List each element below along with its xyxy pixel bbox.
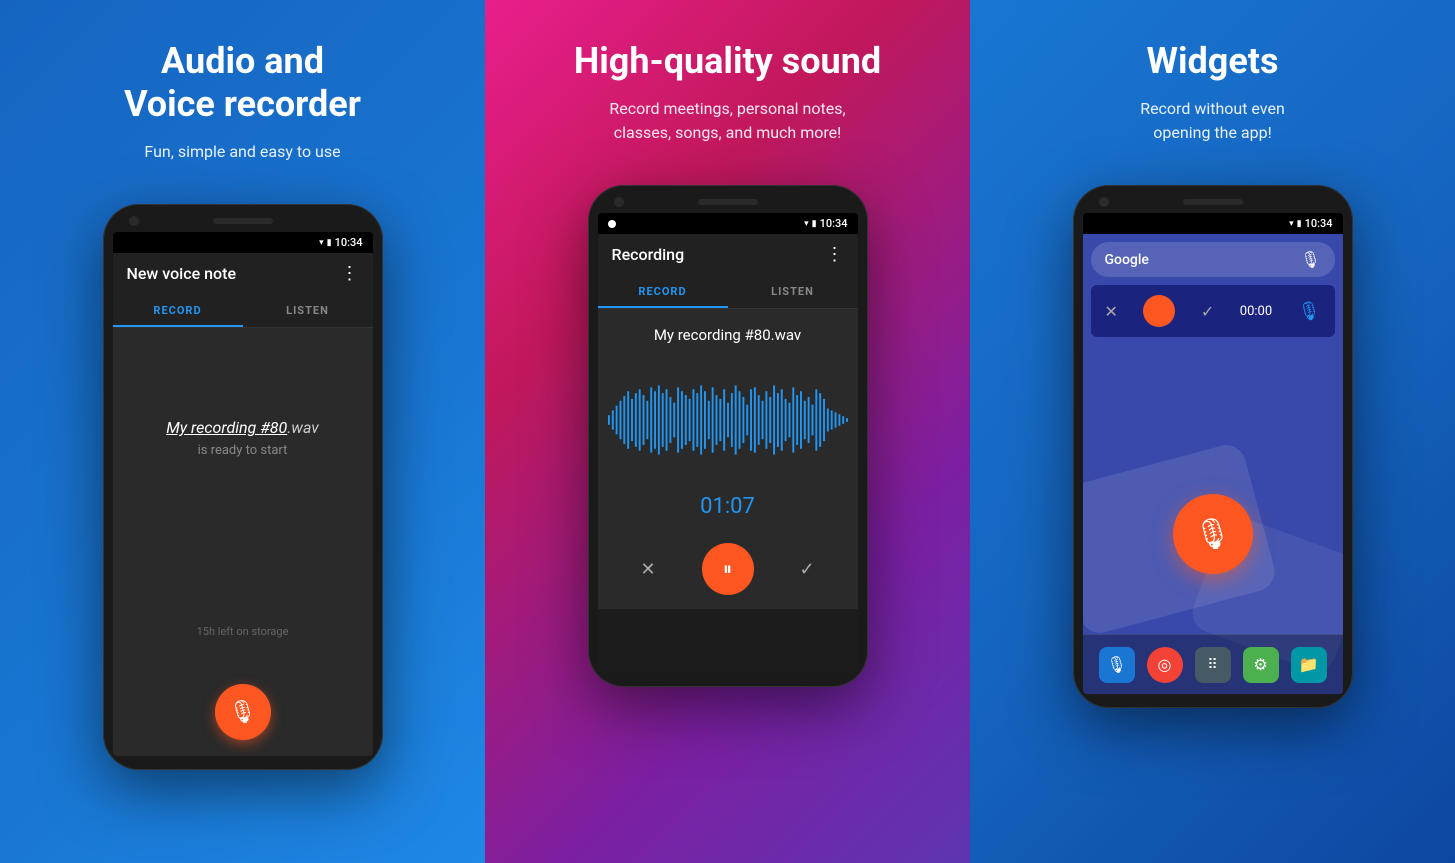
battery-icon-2: ▮ (812, 219, 817, 229)
phone-camera (129, 216, 139, 226)
phone-1-screen: ▾ ▮ 10:34 New voice note ⋮ RECORD (113, 232, 373, 756)
widget-mic-icon: 🎙 (1298, 301, 1321, 322)
apps-grid-icon: ⠿ (1207, 657, 1217, 673)
dock-bar: 🎙 ◎ ⠿ ⚙ 📁 (1083, 634, 1343, 694)
dot-indicator (608, 220, 616, 228)
tabs-2: RECORD LISTEN (598, 275, 858, 309)
widget-record-dot[interactable] (1143, 295, 1175, 327)
widget-time-display: 00:00 (1240, 304, 1272, 319)
status-icons-3: ▾ ▮ 10:34 (1289, 217, 1332, 230)
record-btn-area-1: 🎙 (113, 668, 373, 756)
menu-dots-1[interactable]: ⋮ (341, 263, 359, 284)
big-mic-icon: 🎙 (1193, 517, 1231, 552)
waveform-container (598, 360, 858, 484)
playback-controls: ✕ ⏸ ✓ (598, 529, 858, 609)
phone-2-camera (614, 197, 624, 207)
recording-name-2: My recording #80.wav (654, 326, 801, 344)
dock-settings-icon[interactable]: ⚙ (1243, 647, 1279, 683)
battery-icon: ▮ (327, 238, 332, 248)
tab-listen-1[interactable]: LISTEN (243, 294, 373, 327)
folder-icon: 📁 (1299, 655, 1319, 674)
panel-1-title: Audio and Voice recorder (124, 40, 361, 126)
tabs-1: RECORD LISTEN (113, 294, 373, 328)
status-icons-2: ▾ ▮ 10:34 (804, 217, 847, 230)
recording-title-area-2: My recording #80.wav (598, 309, 858, 360)
panel-2: High-quality sound Record meetings, pers… (485, 0, 970, 863)
pause-icon: ⏸ (723, 559, 732, 580)
phone-3: ▾ ▮ 10:34 Google 🎙 ✕ (1073, 185, 1353, 708)
google-search-bar[interactable]: Google 🎙 (1091, 242, 1335, 277)
record-button-1[interactable]: 🎙 (215, 684, 271, 740)
status-bar-2: ▾ ▮ 10:34 (598, 213, 858, 234)
dock-mic: 🎙 (1106, 655, 1126, 674)
wifi-icon: ▾ (319, 238, 324, 248)
tab-listen-2[interactable]: LISTEN (728, 275, 858, 308)
status-time-1: 10:34 (335, 236, 363, 249)
recording-info-1: My recording #80.wav is ready to start (166, 418, 319, 498)
big-record-button[interactable]: 🎙 (1173, 494, 1253, 574)
google-label: Google (1105, 252, 1149, 268)
status-bar-3: ▾ ▮ 10:34 (1083, 213, 1343, 234)
dock-apps-icon[interactable]: ⠿ (1195, 647, 1231, 683)
screen-content-1: My recording #80.wav is ready to start 1… (113, 328, 373, 668)
phone-3-speaker (1183, 199, 1243, 205)
status-bar-1: ▾ ▮ 10:34 (113, 232, 373, 253)
wifi-icon-3: ▾ (1289, 219, 1294, 229)
panel-1-subtitle: Fun, simple and easy to use (144, 140, 340, 164)
panel-3-title: Widgets (1147, 40, 1279, 83)
recording-widget[interactable]: ✕ ✓ 00:00 🎙 (1091, 285, 1335, 337)
storage-text-1: 15h left on storage (197, 625, 289, 638)
app-header-1: New voice note ⋮ (113, 253, 373, 294)
recording-name-1: My recording #80.wav (166, 418, 319, 437)
app-header-2: Recording ⋮ (598, 234, 858, 275)
panel-2-title: High-quality sound (574, 40, 881, 83)
panel-2-subtitle: Record meetings, personal notes,classes,… (609, 97, 845, 145)
app-title-1: New voice note (127, 264, 237, 283)
timer-display: 01:07 (598, 484, 858, 529)
menu-dots-2[interactable]: ⋮ (826, 244, 844, 265)
status-time-2: 10:34 (820, 217, 848, 230)
phone-2-screen: ▾ ▮ 10:34 Recording ⋮ RECORD LISTE (598, 213, 858, 673)
ready-text-1: is ready to start (166, 443, 319, 458)
app-title-2: Recording (612, 245, 685, 264)
panel-3: Widgets Record without evenopening the a… (970, 0, 1455, 863)
widget-check-icon[interactable]: ✓ (1201, 302, 1214, 321)
battery-icon-3: ▮ (1297, 219, 1302, 229)
phone-2-speaker (698, 199, 758, 205)
tab-record-2[interactable]: RECORD (598, 275, 728, 308)
chrome-icon: ◎ (1158, 655, 1172, 674)
phone-1: ▾ ▮ 10:34 New voice note ⋮ RECORD (103, 204, 383, 770)
phone-speaker (213, 218, 273, 224)
dock-chrome-icon[interactable]: ◎ (1147, 647, 1183, 683)
mic-icon-1: 🎙 (229, 700, 257, 725)
check-button-2[interactable]: ✓ (799, 559, 814, 580)
google-mic-icon[interactable]: 🎙 (1300, 250, 1320, 269)
status-time-3: 10:34 (1305, 217, 1333, 230)
dock-mic-icon[interactable]: 🎙 (1099, 647, 1135, 683)
waveform-svg (608, 380, 848, 460)
gear-icon: ⚙ (1253, 655, 1267, 674)
panel-1: Audio and Voice recorder Fun, simple and… (0, 0, 485, 863)
phone-3-screen: ▾ ▮ 10:34 Google 🎙 ✕ (1083, 213, 1343, 694)
widget-close-icon[interactable]: ✕ (1105, 302, 1118, 321)
phone-2: ▾ ▮ 10:34 Recording ⋮ RECORD LISTE (588, 185, 868, 687)
dock-files-icon[interactable]: 📁 (1291, 647, 1327, 683)
close-button-2[interactable]: ✕ (640, 559, 655, 580)
status-icons-1: ▾ ▮ 10:34 (319, 236, 362, 249)
widget-screen: Google 🎙 ✕ ✓ 00:00 🎙 (1083, 234, 1343, 694)
phone-3-camera (1099, 197, 1109, 207)
pause-button[interactable]: ⏸ (702, 543, 754, 595)
panel-3-subtitle: Record without evenopening the app! (1140, 97, 1285, 145)
tab-record-1[interactable]: RECORD (113, 294, 243, 327)
wifi-icon-2: ▾ (804, 219, 809, 229)
